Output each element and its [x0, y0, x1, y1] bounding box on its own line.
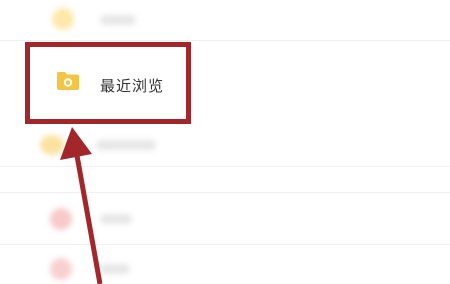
list-item-text	[100, 214, 132, 224]
list-item[interactable]	[0, 252, 450, 284]
folder-icon	[57, 72, 79, 90]
list-item-icon	[40, 135, 64, 155]
list-item-icon	[50, 258, 72, 280]
list-item-text	[100, 15, 136, 25]
recent-browsing-label: 最近浏览	[100, 77, 165, 95]
divider	[0, 40, 450, 41]
list-item-icon	[52, 8, 74, 30]
list-item-text	[100, 264, 130, 274]
divider	[0, 192, 450, 193]
recent-browsing-item[interactable]: 最近浏览	[25, 42, 191, 124]
list-item-icon	[50, 208, 72, 230]
list-item[interactable]	[0, 200, 450, 240]
list-item[interactable]	[0, 125, 450, 165]
list-item-text	[96, 140, 156, 150]
list-item[interactable]	[0, 0, 450, 40]
divider	[0, 244, 450, 245]
divider	[0, 166, 450, 167]
